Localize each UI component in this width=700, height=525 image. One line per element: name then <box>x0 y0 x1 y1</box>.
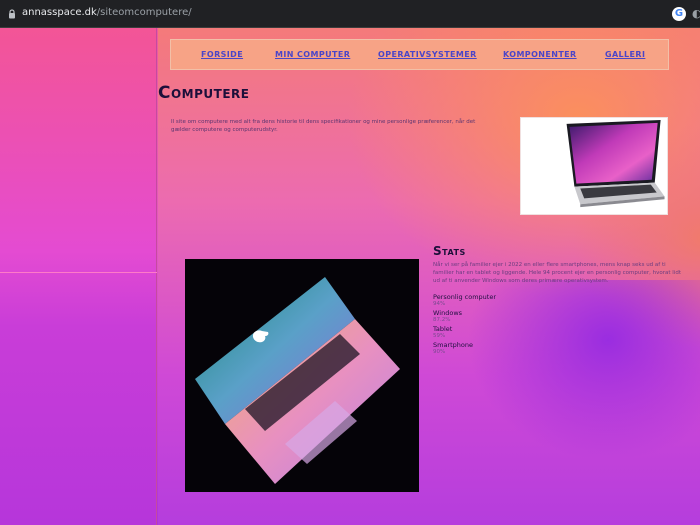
lock-icon[interactable] <box>8 9 16 19</box>
browser-address-bar: annasspace.dk/siteomcomputere/ G ◐ <box>0 0 700 28</box>
laptop-angled-illustration <box>185 259 419 492</box>
nav-link-min-computer[interactable]: Min computer <box>275 50 350 59</box>
nav-link-operativsystemer[interactable]: Operativsystemer <box>378 50 477 59</box>
google-icon[interactable]: G <box>672 7 686 21</box>
intro-paragraph: Il site om computere med alt fra dens hi… <box>171 119 476 133</box>
left-panel-divider <box>0 272 157 273</box>
stat-value: 94% <box>433 301 446 307</box>
url-field[interactable]: annasspace.dk/siteomcomputere/ <box>22 7 192 18</box>
stat-value: 90% <box>433 349 446 355</box>
stats-title: Stats <box>433 244 466 258</box>
laptop-front-illustration <box>566 119 665 208</box>
main-nav: Forside Min computer Operativsystemer Ko… <box>170 39 669 70</box>
stat-label: Smartphone <box>433 341 474 349</box>
url-path: /siteomcomputere/ <box>96 7 192 18</box>
browser-extension-icon[interactable]: ◐ <box>692 7 700 20</box>
stat-label: Personlig computer <box>433 293 496 301</box>
url-domain: annasspace.dk <box>22 7 97 18</box>
left-side-panel <box>0 28 157 525</box>
nav-link-galleri[interactable]: Galleri <box>605 50 645 59</box>
stats-paragraph: Når vi ser på familier ejer i 2022 en el… <box>433 262 682 284</box>
stat-value: 87.2% <box>433 317 451 323</box>
nav-link-forside[interactable]: Forside <box>201 50 243 59</box>
page-body: Forside Min computer Operativsystemer Ko… <box>0 28 700 525</box>
laptop-photo-angled <box>185 259 419 492</box>
nav-link-komponenter[interactable]: Komponenter <box>503 50 577 59</box>
stat-label: Tablet <box>433 325 453 333</box>
laptop-photo-front <box>520 117 668 215</box>
page-title: Computere <box>158 83 250 103</box>
stat-value: 59% <box>433 333 446 339</box>
stat-label: Windows <box>433 309 463 317</box>
